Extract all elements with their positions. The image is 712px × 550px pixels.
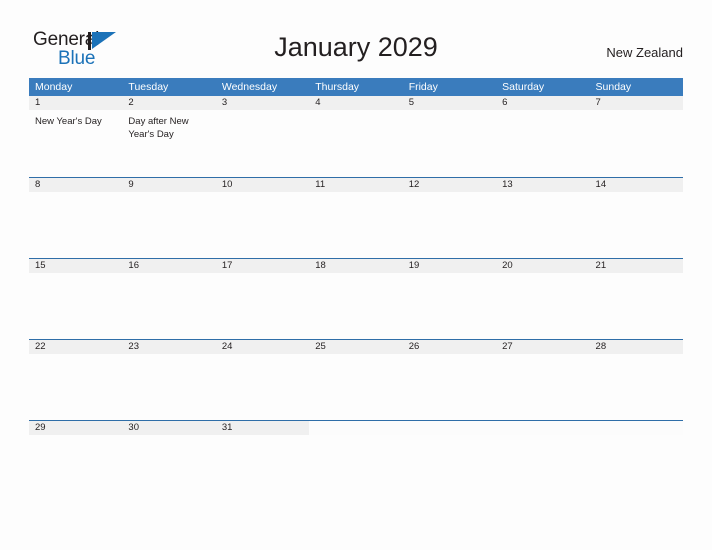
calendar-day-cell[interactable]: 10: [215, 178, 310, 258]
weekday-header-monday: Monday: [35, 81, 73, 93]
holiday-label: Day after New Year's Day: [128, 116, 189, 140]
day-number: [496, 421, 590, 435]
calendar-day-cell[interactable]: 6: [496, 96, 590, 177]
day-number: 30: [122, 421, 216, 435]
calendar-day-cell-empty: [309, 421, 403, 501]
calendar-day-cell[interactable]: 26: [402, 340, 497, 420]
page-header: General Blue January 2029 New Zealand: [0, 0, 712, 78]
holiday-label: New Year's Day: [35, 116, 102, 127]
day-number: 2: [122, 96, 216, 110]
calendar-day-cell[interactable]: 1 New Year's Day: [29, 96, 123, 177]
weekday-header-wednesday: Wednesday: [221, 81, 278, 93]
day-number: 8: [29, 178, 123, 192]
calendar-day-cell-empty: [589, 421, 683, 501]
calendar-day-cell[interactable]: 25: [309, 340, 403, 420]
calendar-week-row: 15 16 17 18 19 20 21: [29, 258, 683, 339]
day-number: 16: [122, 259, 216, 273]
weekday-header-tuesday: Tuesday: [128, 81, 169, 93]
day-number: 29: [29, 421, 123, 435]
calendar-day-cell[interactable]: 3: [215, 96, 310, 177]
day-number: 7: [589, 96, 683, 110]
calendar-week-row: 1 New Year's Day 2 Day after New Year's Day…: [29, 96, 683, 177]
day-number: 15: [29, 259, 123, 273]
day-number: 23: [122, 340, 216, 354]
calendar-day-cell[interactable]: 28: [589, 340, 683, 420]
calendar-day-cell[interactable]: 24: [215, 340, 310, 420]
calendar-day-cell[interactable]: 29: [29, 421, 123, 501]
calendar-day-cell-empty: [402, 421, 497, 501]
calendar-page: General Blue January 2029 New Zealand Mo…: [0, 0, 712, 550]
weekday-header-sunday: Sunday: [595, 81, 632, 93]
day-number: 9: [122, 178, 216, 192]
calendar-day-cell[interactable]: 31: [215, 421, 310, 501]
page-title: January 2029: [274, 32, 438, 62]
calendar-day-cell-empty: [496, 421, 590, 501]
calendar-day-cell[interactable]: 8: [29, 178, 123, 258]
calendar-day-cell[interactable]: 21: [589, 259, 683, 339]
calendar-day-cell[interactable]: 12: [402, 178, 497, 258]
calendar-day-cell[interactable]: 17: [215, 259, 310, 339]
calendar-week-row: 8 9 10 11 12 13 14: [29, 177, 683, 258]
day-number: 4: [309, 96, 403, 110]
calendar-day-cell[interactable]: 5: [402, 96, 497, 177]
calendar-week-row: 22 23 24 25 26 27 28: [29, 339, 683, 420]
day-number: 24: [215, 340, 310, 354]
day-number: 12: [402, 178, 497, 192]
day-number: 19: [402, 259, 497, 273]
day-number: 11: [309, 178, 403, 192]
day-number: 22: [29, 340, 123, 354]
day-number: 28: [589, 340, 683, 354]
day-number: 10: [215, 178, 310, 192]
day-number: 13: [496, 178, 590, 192]
day-number: [402, 421, 497, 435]
day-number: 18: [309, 259, 403, 273]
day-number: [309, 421, 403, 435]
day-number: 26: [402, 340, 497, 354]
day-number: 5: [402, 96, 497, 110]
calendar-day-cell[interactable]: 16: [122, 259, 216, 339]
day-number: 20: [496, 259, 590, 273]
calendar-day-cell[interactable]: 2 Day after New Year's Day: [122, 96, 216, 177]
weekday-header-thursday: Thursday: [315, 81, 360, 93]
weekday-header-friday: Friday: [408, 81, 438, 93]
day-number: 27: [496, 340, 590, 354]
country-label: New Zealand: [606, 45, 683, 60]
calendar-day-cell[interactable]: 22: [29, 340, 123, 420]
day-number: [589, 421, 683, 435]
calendar-day-cell[interactable]: 27: [496, 340, 590, 420]
day-number: 31: [215, 421, 310, 435]
calendar-week-row: 29 30 31: [29, 420, 683, 501]
day-events: Day after New Year's Day: [122, 110, 215, 141]
calendar-body: 1 New Year's Day 2 Day after New Year's Day…: [29, 96, 683, 501]
calendar-day-cell[interactable]: 14: [589, 178, 683, 258]
weekday-header-saturday: Saturday: [502, 81, 545, 93]
day-number: 21: [589, 259, 683, 273]
day-number: 17: [215, 259, 310, 273]
calendar-day-cell[interactable]: 7: [589, 96, 683, 177]
day-number: 25: [309, 340, 403, 354]
calendar-day-cell[interactable]: 30: [122, 421, 216, 501]
day-number: 14: [589, 178, 683, 192]
calendar-day-cell[interactable]: 13: [496, 178, 590, 258]
day-number: 3: [215, 96, 310, 110]
calendar-day-cell[interactable]: 20: [496, 259, 590, 339]
calendar-day-cell[interactable]: 18: [309, 259, 403, 339]
weekday-header-row: Monday Tuesday Wednesday Thursday Friday Satu…: [29, 78, 683, 96]
calendar-day-cell[interactable]: 9: [122, 178, 216, 258]
calendar-day-cell[interactable]: 4: [309, 96, 403, 177]
day-number: 1: [29, 96, 123, 110]
calendar-day-cell[interactable]: 15: [29, 259, 123, 339]
calendar-table: Monday Tuesday Wednesday Thursday Friday Satu…: [29, 78, 683, 501]
calendar-day-cell[interactable]: 19: [402, 259, 497, 339]
day-events: New Year's Day: [29, 110, 122, 129]
calendar-day-cell[interactable]: 23: [122, 340, 216, 420]
calendar-day-cell[interactable]: 11: [309, 178, 403, 258]
day-number: 6: [496, 96, 590, 110]
